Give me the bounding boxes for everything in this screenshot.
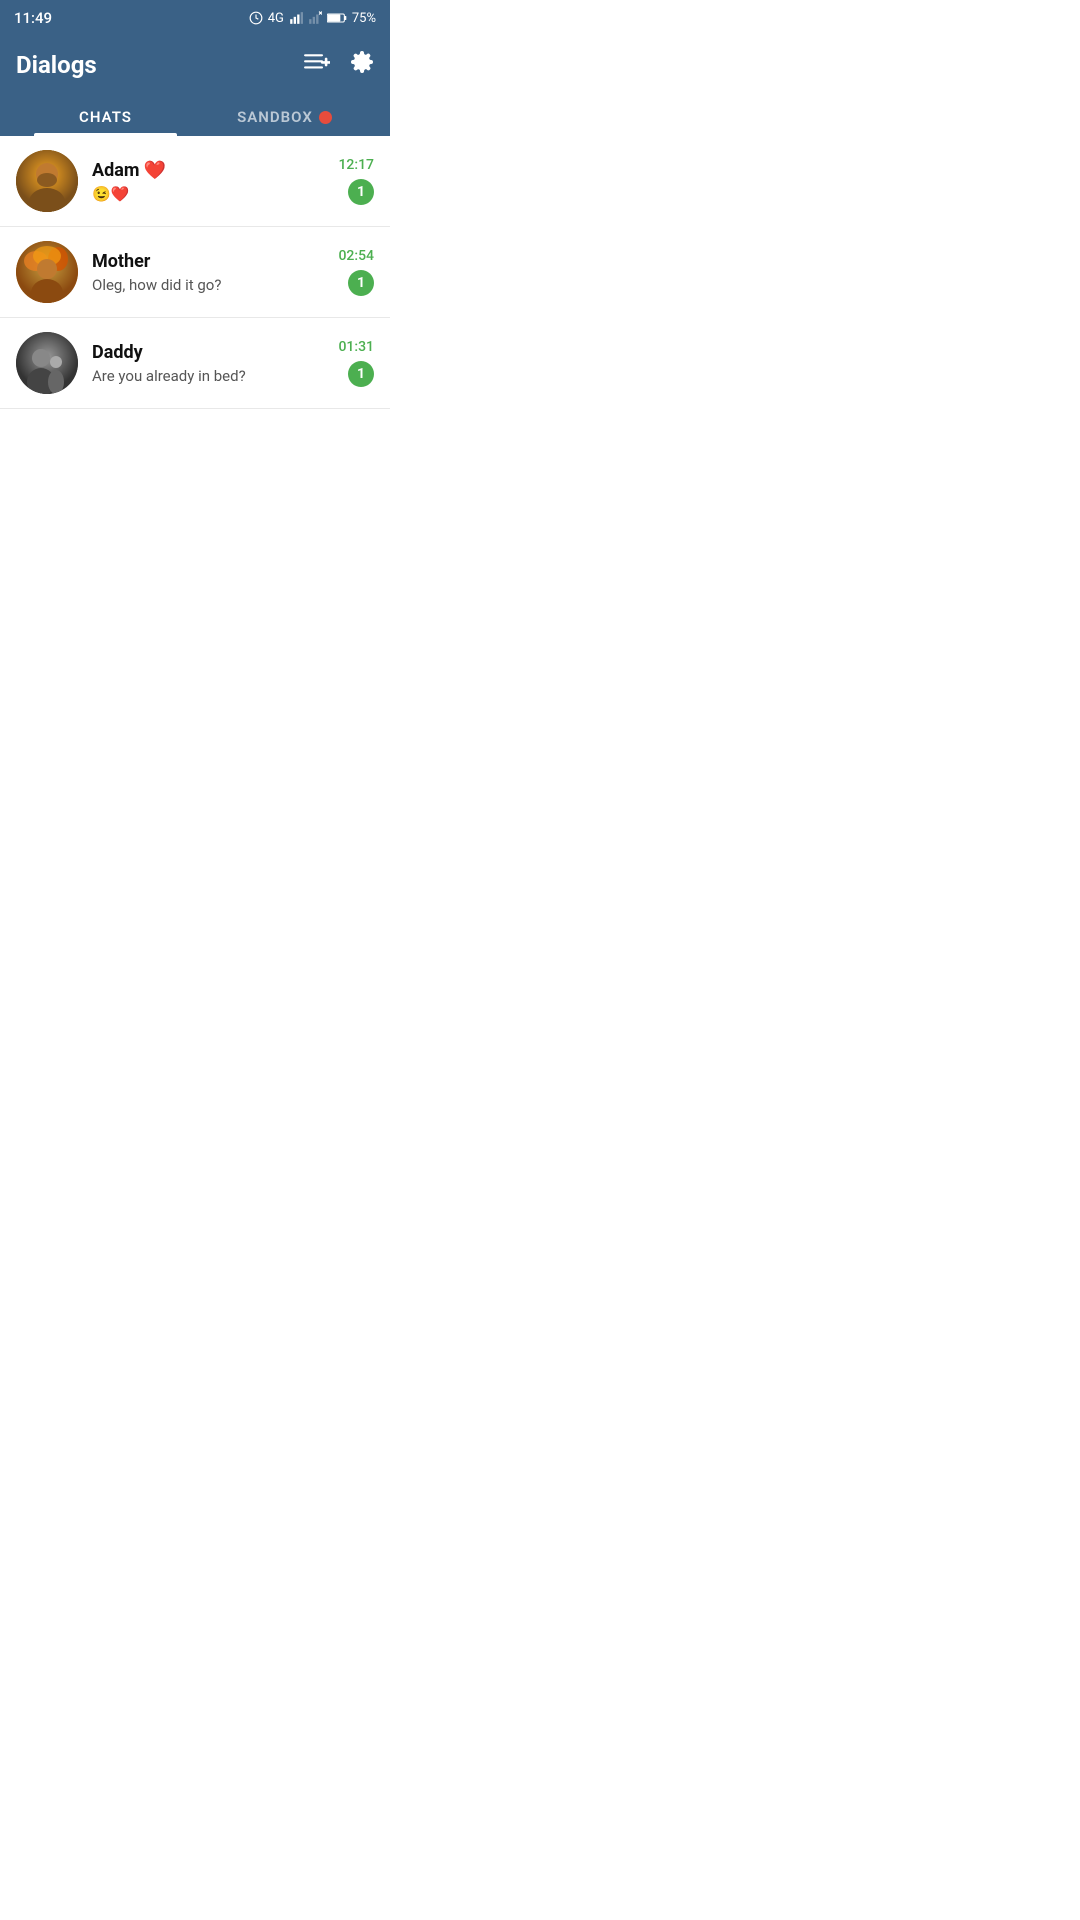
battery-percent: 75% xyxy=(352,11,376,26)
chat-preview: Are you already in bed? xyxy=(92,367,324,385)
header-actions xyxy=(304,50,374,80)
unread-badge: 1 xyxy=(348,270,374,296)
status-bar: 11:49 4G 75% xyxy=(0,0,390,36)
signal-x-icon xyxy=(308,11,322,25)
chat-meta: 02:54 1 xyxy=(338,248,374,296)
signal-icon xyxy=(289,11,303,25)
chat-info: Mother Oleg, how did it go? xyxy=(92,251,324,294)
chat-time: 01:31 xyxy=(338,339,374,355)
clock-icon xyxy=(249,11,263,25)
settings-icon[interactable] xyxy=(350,50,374,80)
chat-preview: 😉❤️ xyxy=(92,185,324,203)
network-type: 4G xyxy=(268,11,284,26)
chat-meta: 12:17 1 xyxy=(338,157,374,205)
status-icons: 4G 75% xyxy=(249,11,376,26)
unread-badge: 1 xyxy=(348,361,374,387)
chat-preview: Oleg, how did it go? xyxy=(92,276,324,294)
tab-bar: CHATS SANDBOX xyxy=(16,98,374,136)
sandbox-notification-dot xyxy=(319,111,332,124)
status-time: 11:49 xyxy=(14,9,52,27)
unread-badge: 1 xyxy=(348,179,374,205)
app-header: Dialogs CHATS xyxy=(0,36,390,136)
chat-meta: 01:31 1 xyxy=(338,339,374,387)
tab-chats[interactable]: CHATS xyxy=(16,98,195,136)
chat-info: Adam ❤️ 😉❤️ xyxy=(92,160,324,203)
tab-sandbox[interactable]: SANDBOX xyxy=(195,98,374,136)
chat-info: Daddy Are you already in bed? xyxy=(92,342,324,385)
chat-item[interactable]: Adam ❤️ 😉❤️ 12:17 1 xyxy=(0,136,390,227)
avatar xyxy=(16,150,78,212)
avatar xyxy=(16,241,78,303)
chat-name: Adam ❤️ xyxy=(92,160,324,181)
chat-name: Mother xyxy=(92,251,324,272)
chat-time: 02:54 xyxy=(338,248,374,264)
chat-item[interactable]: Daddy Are you already in bed? 01:31 1 xyxy=(0,318,390,409)
chat-time: 12:17 xyxy=(338,157,374,173)
chat-item[interactable]: Mother Oleg, how did it go? 02:54 1 xyxy=(0,227,390,318)
chat-name: Daddy xyxy=(92,342,324,363)
battery-icon xyxy=(327,11,347,25)
page-title: Dialogs xyxy=(16,51,97,79)
header-top: Dialogs xyxy=(16,50,374,80)
new-chat-icon[interactable] xyxy=(304,51,330,79)
chat-list: Adam ❤️ 😉❤️ 12:17 1 xyxy=(0,136,390,409)
avatar xyxy=(16,332,78,394)
